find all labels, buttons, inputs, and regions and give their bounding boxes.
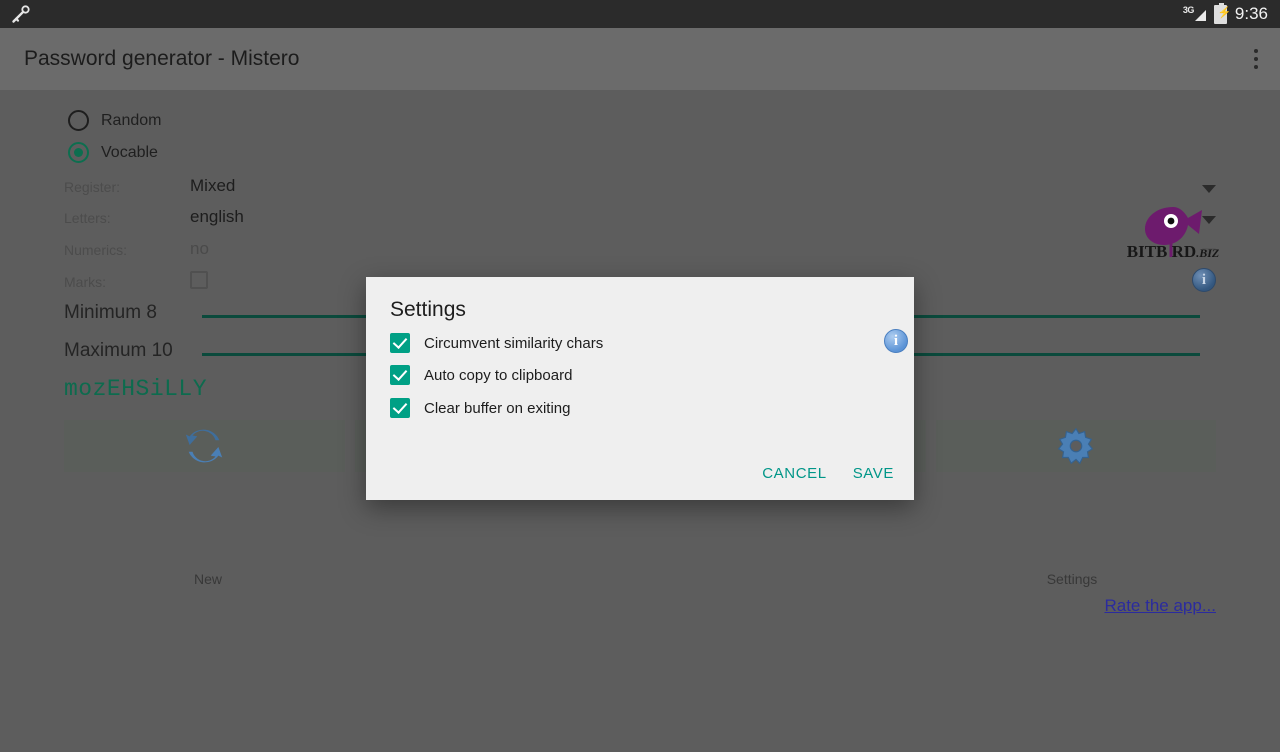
dialog-option-label: Circumvent similarity chars [424,334,604,352]
field-register-value: Mixed [190,176,236,195]
app-bar: Password generator - Mistero [0,28,1280,90]
marks-checkbox[interactable] [190,271,208,289]
info-icon[interactable]: i [884,329,908,353]
radio-random-indicator [68,110,89,131]
status-bar: 3G ⚡ 9:36 [0,0,1280,28]
field-letters-label: Letters: [64,210,111,226]
signal-bars-icon [1194,10,1206,21]
dialog-option-label: Auto copy to clipboard [424,366,573,384]
settings-dialog: Settings Circumvent similarity chars Aut… [366,277,914,500]
dialog-option-auto-copy-to-clipboard[interactable]: Auto copy to clipboard [390,365,572,385]
battery-charging-icon: ⚡ [1213,2,1232,24]
dialog-option-clear-buffer-on-exiting[interactable]: Clear buffer on exiting [390,398,570,418]
more-vertical-icon[interactable] [1254,49,1280,69]
status-bar-right: 3G ⚡ 9:36 [1182,2,1280,24]
logo-name: BITB RD [1126,242,1197,261]
dialog-option-label: Clear buffer on exiting [424,399,571,417]
field-letters-value: english [190,207,244,226]
slider-maximum-label: Maximum 10 [64,340,173,361]
field-register[interactable]: Register: Mixed [64,176,1216,208]
field-numerics-label: Numerics: [64,242,128,258]
new-button[interactable] [64,420,345,472]
field-letters[interactable]: Letters: english [64,207,1216,239]
signal-3g-icon: 3G [1182,5,1206,23]
refresh-cycle-icon [186,429,223,463]
gear-icon [1057,427,1093,465]
settings-button-label: Settings [1046,571,1098,587]
radio-option-vocable[interactable]: Vocable [68,142,158,163]
field-numerics-value: no [190,239,209,258]
settings-button[interactable] [935,420,1216,472]
dialog-title: Settings [390,298,466,321]
cancel-button[interactable]: CANCEL [762,465,826,482]
page-title: Password generator - Mistero [24,47,300,70]
app-root: 3G ⚡ 9:36 Password generator - Mistero R… [0,0,1280,752]
radio-option-random[interactable]: Random [68,110,161,131]
field-numerics[interactable]: Numerics: no [64,239,1216,271]
field-register-label: Register: [64,179,121,195]
info-icon[interactable]: i [1192,268,1216,292]
checkbox-clear-buffer-on-exiting[interactable] [390,398,410,418]
bitbird-logo-text: BITB RD.BIZ [1125,242,1221,262]
status-bar-left [0,3,32,25]
slider-minimum-label: Minimum 8 [64,302,157,323]
key-icon [12,5,30,23]
dialog-actions: CANCEL SAVE [762,465,894,482]
checkbox-auto-copy-to-clipboard[interactable] [390,365,410,385]
save-button[interactable]: SAVE [853,465,894,482]
charging-bolt-icon: ⚡ [1217,6,1232,19]
radio-vocable-label: Vocable [101,143,158,161]
network-type-label: 3G [1182,5,1195,15]
checkbox-circumvent-similarity-chars[interactable] [390,333,410,353]
new-button-label: New [193,571,222,587]
field-marks-label: Marks: [64,274,106,290]
status-bar-clock: 9:36 [1234,4,1268,23]
radio-vocable-indicator [68,142,89,163]
logo-suffix: .BIZ [1196,246,1220,260]
generated-password[interactable]: mozEHSiLLY [64,376,207,402]
rate-the-app-link[interactable]: Rate the app... [1104,596,1216,616]
dialog-option-circumvent-similarity-chars[interactable]: Circumvent similarity chars [390,333,603,353]
radio-random-label: Random [101,111,162,129]
